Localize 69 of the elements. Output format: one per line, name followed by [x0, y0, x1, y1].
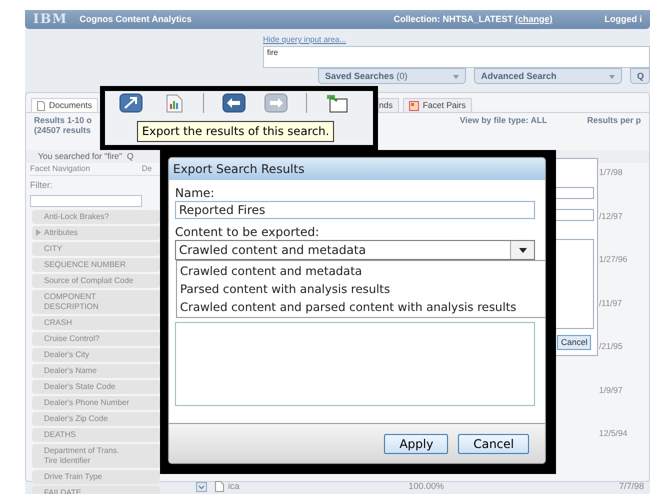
- search-dropdown[interactable]: Saved Searches (0): [318, 68, 466, 84]
- search-dropdown[interactable]: Q: [630, 68, 650, 84]
- column-header: De: [142, 164, 152, 174]
- facet-item[interactable]: Cruise Control?: [32, 332, 160, 346]
- back-icon[interactable]: [222, 93, 246, 113]
- grid-icon: [408, 100, 419, 110]
- query-field[interactable]: fire: [263, 46, 650, 68]
- tab[interactable]: Documents: [31, 98, 98, 112]
- dropdown-option[interactable]: Crawled content and parsed content with analysis results: [177, 298, 545, 316]
- change-link[interactable]: (change): [514, 12, 552, 26]
- tab[interactable]: Facet Pairs: [402, 98, 472, 112]
- document-icon: [37, 100, 45, 110]
- facet-item[interactable]: Drive Train Type: [32, 470, 160, 484]
- results-summary: Results 1-10 o (24507 results: [34, 115, 92, 135]
- search-dropdown[interactable]: Advanced Search: [474, 68, 622, 84]
- tooltip: Export the results of this search.: [137, 121, 334, 142]
- name-field[interactable]: Reported Fires: [175, 201, 535, 219]
- facet-item[interactable]: DEATHS: [32, 428, 160, 442]
- facet-item[interactable]: Dealer's Phone Number: [32, 396, 160, 410]
- filter-label: Filter:: [30, 179, 54, 192]
- facet-header: Facet Navigation: [30, 164, 90, 174]
- date-cell: 1/9/97: [599, 384, 623, 394]
- file-type-dropdown[interactable]: ALL: [530, 115, 548, 125]
- results-per-page-label: Results per p: [587, 115, 641, 127]
- expand-icon[interactable]: [196, 482, 207, 492]
- hide-query-link[interactable]: Hide query input area...: [263, 35, 346, 44]
- date-cell-text: 7/7/98: [618, 480, 644, 493]
- facet-item[interactable]: SEQUENCE NUMBER: [32, 258, 160, 272]
- facet-item[interactable]: Department of Trans. Tire Identifier: [32, 444, 160, 468]
- caret-icon: [453, 74, 459, 79]
- date-cell: 12/5/94: [599, 428, 628, 438]
- facet-item[interactable]: Attributes: [32, 226, 160, 240]
- facet-item[interactable]: CITY: [32, 242, 160, 256]
- filter-field[interactable]: [30, 194, 142, 206]
- facet-item[interactable]: Dealer's City: [32, 348, 160, 362]
- cancel-button[interactable]: Cancel: [557, 335, 592, 350]
- dialog-title: Export Search Results: [169, 158, 545, 180]
- dialog-button[interactable]: Cancel: [458, 434, 529, 454]
- facet-item[interactable]: Source of Complait Code: [32, 274, 160, 288]
- facet-item[interactable]: Dealer's State Code: [32, 380, 160, 394]
- date-cell: /12/97: [599, 210, 623, 220]
- facet-item[interactable]: COMPONENT DESCRIPTION: [32, 290, 160, 314]
- document-name: ica: [228, 480, 240, 493]
- name-label: Name:: [175, 186, 216, 201]
- date-cell: 1/7/98: [599, 167, 623, 177]
- facet-item[interactable]: Dealer's Zip Code: [32, 412, 160, 426]
- facet-item[interactable]: Dealer's Name: [32, 364, 160, 378]
- ibm-logo: IBM: [33, 10, 68, 29]
- date-cell: /11/97: [599, 298, 622, 308]
- caret-icon: [609, 74, 615, 79]
- facet-item[interactable]: CRASH: [32, 316, 160, 330]
- tab[interactable]: nds: [378, 98, 399, 112]
- facet-item[interactable]: Anti-Lock Brakes?: [32, 210, 160, 224]
- date-cell: 1/27/96: [599, 254, 628, 264]
- dropdown-option[interactable]: Crawled content and metadata: [177, 262, 545, 280]
- export-icon[interactable]: [119, 93, 143, 113]
- caret-icon: [518, 248, 526, 252]
- file-type-label: View by file type:: [460, 115, 529, 125]
- product-name: Cognos Content Analytics: [79, 12, 192, 26]
- dropdown-option[interactable]: Parsed content with analysis results: [177, 280, 545, 298]
- content-dropdown[interactable]: Crawled content and metadata: [175, 240, 535, 260]
- score-cell-text: 100.00%: [408, 480, 444, 493]
- collection-label: Collection: NHTSA_LATEST: [394, 12, 513, 26]
- dialog-button[interactable]: Apply: [384, 434, 448, 454]
- new-window-icon[interactable]: [325, 93, 349, 113]
- date-cell: /21/95: [599, 341, 623, 351]
- forward-icon[interactable]: [264, 93, 288, 113]
- user-label: Logged i: [604, 12, 642, 26]
- content-label: Content to be exported:: [175, 225, 320, 240]
